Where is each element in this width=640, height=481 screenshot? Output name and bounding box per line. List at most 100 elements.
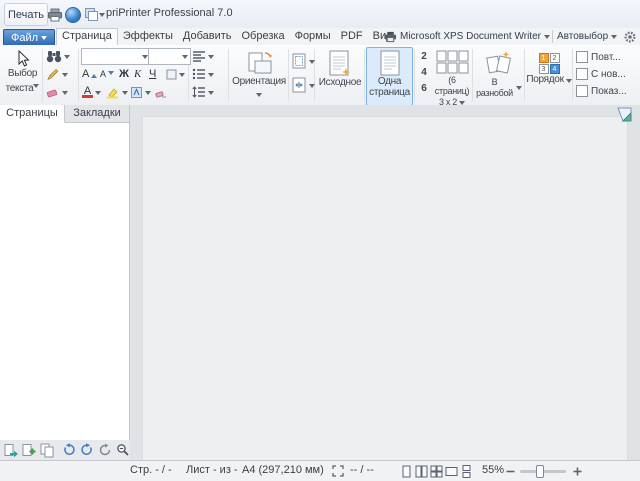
original-view-button[interactable]: Исходное — [316, 47, 364, 106]
settings-button[interactable] — [622, 29, 638, 44]
zoom-in-button[interactable] — [572, 466, 583, 477]
chevron-down-icon — [33, 84, 39, 91]
group-separator — [572, 49, 573, 101]
chevron-down-icon — [208, 55, 214, 62]
page-copy-button[interactable] — [39, 442, 55, 458]
checkbox-icon — [576, 68, 588, 80]
edit-text-button[interactable] — [45, 66, 69, 82]
page-export-button[interactable] — [3, 442, 19, 458]
chevron-down-icon — [611, 35, 617, 42]
group-separator — [42, 49, 43, 101]
clear-format-button[interactable] — [153, 84, 168, 100]
clear-format-icon — [154, 86, 167, 99]
view-grid-button[interactable] — [430, 465, 443, 478]
quick-print-button[interactable] — [46, 6, 63, 23]
highlight-button[interactable] — [105, 84, 129, 100]
shuffle-pages-button[interactable]: В разнобой — [474, 47, 523, 106]
text-style-button[interactable] — [129, 84, 152, 100]
print-button[interactable]: Печать — [4, 3, 48, 26]
checkbox-new-sheet[interactable]: С нов... — [576, 68, 626, 80]
ribbon-tab-bar: Файл Страница Эффекты Добавить Обрезка Ф… — [0, 28, 640, 45]
zoom-out-button[interactable] — [505, 466, 516, 477]
checkbox-repeat[interactable]: Повт... — [576, 51, 621, 63]
chevron-down-icon — [208, 91, 214, 98]
page-insert-button[interactable] — [21, 442, 37, 458]
status-page: Стр. - / - — [130, 461, 172, 480]
binoculars-icon — [46, 49, 62, 63]
underline-button[interactable]: Ч — [148, 66, 157, 82]
style-icon — [130, 86, 143, 99]
view-width-button[interactable] — [445, 465, 458, 478]
paper-size-icon — [291, 77, 307, 93]
tab-crop[interactable]: Обрезка — [237, 28, 290, 45]
paper-size-button[interactable] — [290, 77, 316, 93]
file-menu-button[interactable]: Файл — [3, 29, 55, 46]
list-button[interactable] — [191, 66, 215, 82]
pages-panel[interactable] — [0, 123, 130, 440]
orientation-button[interactable]: Ориентация — [231, 47, 287, 106]
ribbon: Выбор текста А А Ж К Ч — [0, 45, 640, 106]
tab-insert[interactable]: Добавить — [178, 28, 237, 45]
font-color-button[interactable]: А — [81, 84, 102, 100]
tab-forms[interactable]: Формы — [290, 28, 336, 45]
about-button[interactable] — [64, 6, 81, 23]
printer-icon — [384, 31, 397, 43]
title-bar: Печать priPrinter Professional 7.0 — [0, 0, 640, 29]
tab-pdf[interactable]: PDF — [336, 28, 368, 45]
four-pages-button[interactable]: 4 — [417, 65, 431, 79]
auto-select-label: Автовыбор — [557, 31, 608, 42]
sidebar-tabs: Страницы Закладки — [0, 105, 130, 123]
sidebar-tab-pages[interactable]: Страницы — [0, 105, 65, 123]
printer-select-value: Microsoft XPS Document Writer — [400, 31, 541, 42]
sidebar: Страницы Закладки — [0, 105, 130, 460]
one-page-button[interactable]: Одна страница — [366, 47, 413, 106]
line-spacing-button[interactable] — [191, 84, 215, 100]
grow-font-button[interactable]: А — [81, 66, 98, 82]
chevron-down-icon — [309, 84, 315, 91]
align-button[interactable] — [191, 48, 215, 64]
refresh-button[interactable] — [97, 442, 113, 458]
page-curl-icon[interactable] — [617, 107, 632, 122]
bold-button[interactable]: Ж — [118, 66, 130, 82]
page-sheet[interactable] — [142, 116, 628, 460]
zoom-slider-thumb[interactable] — [536, 465, 544, 478]
chevron-down-icon — [309, 60, 315, 67]
view-continuous-button[interactable] — [460, 465, 473, 478]
six-pages-button[interactable]: (6 страниц) 3 x 2 — [431, 47, 473, 106]
font-size-select[interactable] — [148, 48, 191, 65]
chevron-down-icon — [566, 79, 572, 86]
font-color-icon: А — [82, 86, 93, 98]
shrink-font-button[interactable]: А — [99, 66, 115, 82]
page-order-button[interactable]: 1 2 3 4 Порядок — [526, 47, 572, 106]
margins-button[interactable] — [290, 53, 316, 69]
quick-access-customize-button[interactable] — [82, 6, 106, 23]
six-pages-quick-button[interactable]: 6 — [417, 81, 431, 95]
tab-effects[interactable]: Эффекты — [118, 28, 178, 45]
font-family-select[interactable] — [81, 48, 151, 65]
ribbon-tabs: Страница Эффекты Добавить Обрезка Формы … — [56, 28, 398, 45]
preview-area[interactable] — [130, 105, 640, 460]
two-pages-button[interactable]: 2 — [417, 49, 431, 63]
rotate-right-button[interactable] — [79, 442, 95, 458]
sidebar-toolbar — [0, 440, 133, 460]
find-button[interactable] — [45, 48, 71, 64]
chevron-down-icon — [122, 91, 128, 98]
rotate-left-button[interactable] — [61, 442, 77, 458]
view-facing-button[interactable] — [415, 465, 428, 478]
sidebar-tab-bookmarks[interactable]: Закладки — [65, 105, 130, 122]
chevron-down-icon — [95, 91, 101, 98]
printer-select[interactable]: Microsoft XPS Document Writer — [384, 29, 550, 44]
view-single-button[interactable] — [400, 465, 413, 478]
select-text-button[interactable]: Выбор текста — [3, 47, 42, 106]
group-separator — [78, 49, 79, 101]
more-font-options-button[interactable] — [165, 66, 186, 82]
erase-button[interactable] — [45, 84, 69, 100]
paper-auto-select[interactable]: Автовыбор — [557, 29, 617, 44]
tab-page[interactable]: Страница — [56, 28, 118, 45]
group-separator — [288, 49, 289, 101]
status-paper-size: A4 (297,210 мм) — [242, 461, 324, 480]
checkbox-show[interactable]: Показ... — [576, 85, 627, 97]
status-coordinates: -- / -- — [350, 461, 374, 480]
zoom-out-pages-button[interactable] — [115, 442, 131, 458]
italic-button[interactable]: К — [133, 66, 142, 82]
